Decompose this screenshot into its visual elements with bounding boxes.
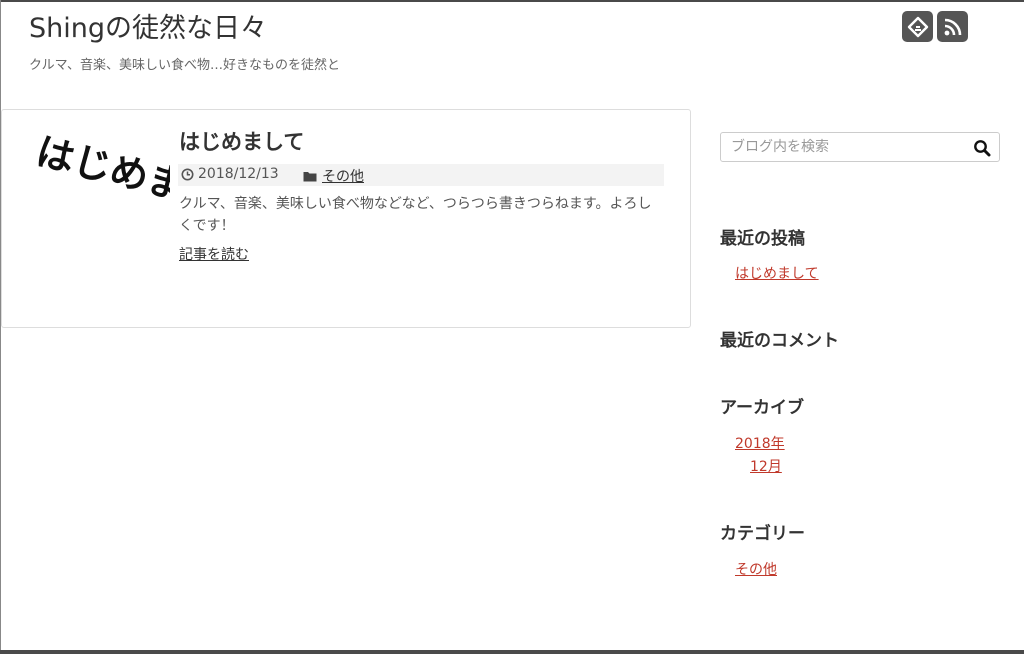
recent-post-link[interactable]: はじめまして: [735, 263, 819, 283]
rss-icon: [944, 18, 961, 35]
post-category: その他: [303, 166, 364, 186]
page-bottom-border: [0, 650, 1024, 654]
search-form: [720, 132, 1000, 162]
recent-posts-title: 最近の投稿: [720, 229, 805, 249]
clock-icon: [181, 168, 194, 180]
archive-year-link[interactable]: 2018年: [735, 433, 785, 453]
read-more-link[interactable]: 記事を読む: [179, 244, 249, 264]
post-excerpt: クルマ、音楽、美味しい食べ物などなど、つらつら書きつらねます。よろしくです！: [179, 196, 652, 234]
post-category-link[interactable]: その他: [322, 166, 364, 186]
search-input[interactable]: [721, 133, 961, 161]
search-button[interactable]: [971, 137, 993, 159]
archive-month-link[interactable]: 12月: [750, 456, 782, 476]
feedly-icon: [907, 16, 928, 37]
rss-button[interactable]: [937, 11, 968, 42]
archives-title: アーカイブ: [720, 398, 804, 418]
page-top-border: [0, 0, 1024, 2]
feedly-button[interactable]: [902, 11, 933, 42]
post-date-text: 2018/12/13: [198, 166, 279, 182]
site-description: クルマ、音楽、美味しい食べ物…好きなものを徒然と: [29, 58, 340, 73]
post-date: 2018/12/13: [181, 166, 279, 182]
category-link[interactable]: その他: [735, 559, 777, 579]
search-icon: [974, 140, 991, 157]
thumbnail-calligraphy: はじめまして: [32, 135, 170, 227]
site-title[interactable]: Shingの徒然な日々: [29, 12, 267, 46]
recent-comments-title: 最近のコメント: [720, 331, 839, 351]
post-title[interactable]: はじめまして: [179, 126, 304, 156]
post-thumbnail[interactable]: はじめまして: [28, 135, 170, 255]
folder-icon: [303, 172, 317, 182]
categories-title: カテゴリー: [720, 524, 805, 544]
